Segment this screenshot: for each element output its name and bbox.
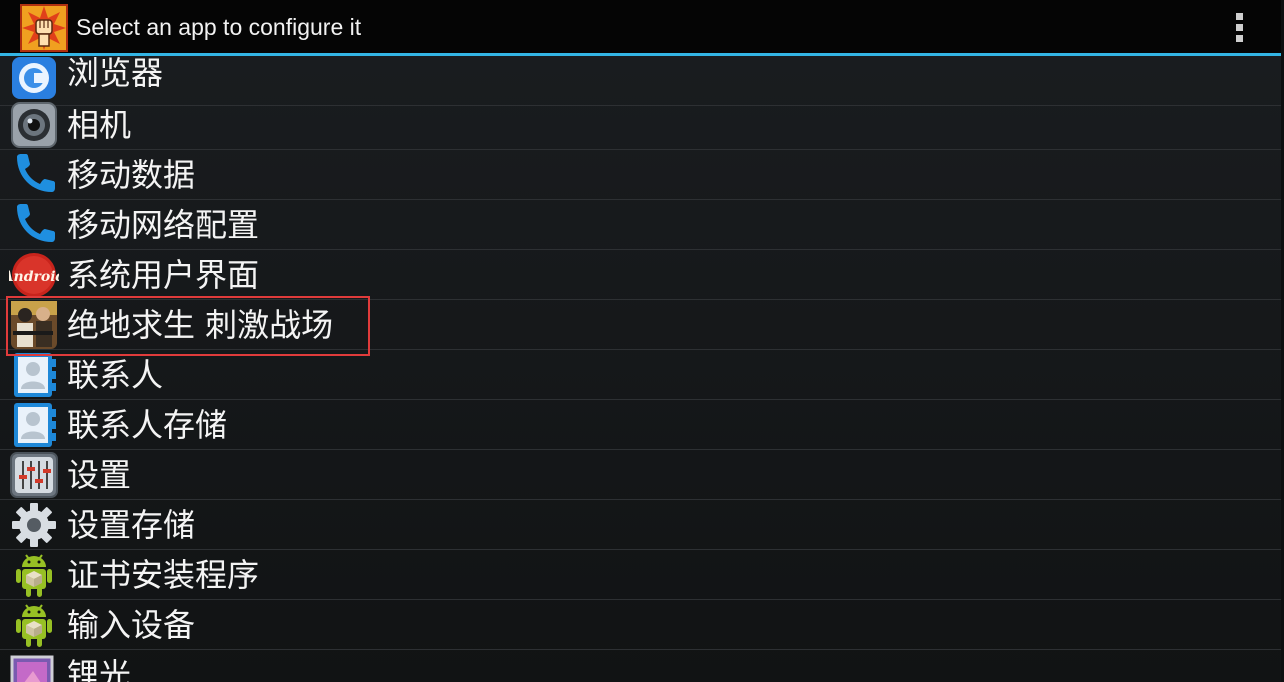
app-label: 锂光 (67, 656, 132, 682)
svg-text:Android: Android (9, 269, 59, 285)
list-item[interactable]: 证书安装程序 (0, 550, 1284, 600)
list-item[interactable]: 移动网络配置 (0, 200, 1284, 250)
list-item[interactable]: 锂光 (0, 650, 1284, 682)
selection-highlight (6, 296, 370, 356)
app-label: 系统用户界面 (67, 256, 260, 294)
list-item[interactable]: Android 系统用户界面 (0, 250, 1284, 300)
app-label: 设置存储 (67, 506, 196, 544)
app-label: 联系人 (67, 356, 164, 394)
list-item[interactable]: 输入设备 (0, 600, 1284, 650)
app-label: 联系人存储 (67, 406, 228, 444)
action-bar: Select an app to configure it (0, 0, 1284, 56)
overflow-menu-icon[interactable] (1226, 8, 1254, 48)
list-item[interactable]: 浏览器 (0, 56, 1284, 106)
android-robot-icon (16, 554, 52, 597)
phone-icon (17, 204, 55, 242)
browser-icon (12, 57, 56, 99)
list-item[interactable]: 联系人存储 (0, 400, 1284, 450)
app-label: 移动网络配置 (67, 206, 260, 244)
list-item[interactable]: 联系人 (0, 350, 1284, 400)
camera-icon (11, 102, 57, 148)
phone-icon (17, 154, 55, 192)
gallery-icon (10, 655, 54, 682)
android-kitkat-icon: Android (9, 253, 59, 297)
app-label: 相机 (67, 106, 132, 144)
app-label: 浏览器 (67, 56, 164, 92)
fist-logo-icon[interactable] (20, 4, 68, 52)
contacts-icon (14, 403, 56, 447)
app-label: 设置 (67, 456, 132, 494)
gear-icon (12, 503, 56, 547)
list-item[interactable]: 设置存储 (0, 500, 1284, 550)
app-label: 输入设备 (67, 606, 196, 644)
app-label: 证书安装程序 (67, 556, 260, 594)
settings-sliders-icon (10, 452, 58, 498)
page-title: Select an app to configure it (76, 14, 362, 40)
app-list: 浏览器 相机 移动数据 移动网络配置 ndroi 系统用户界面 绝地求生 刺激战… (0, 56, 1284, 682)
app-label: 移动数据 (67, 156, 196, 194)
android-robot-icon (16, 604, 52, 647)
list-item[interactable]: 设置 (0, 450, 1284, 500)
list-item[interactable]: 移动数据 (0, 150, 1284, 200)
list-item[interactable]: 相机 (0, 100, 1284, 150)
contacts-icon (14, 353, 56, 397)
screen: Select an app to configure it 浏览器 相机 移动数… (0, 0, 1284, 682)
